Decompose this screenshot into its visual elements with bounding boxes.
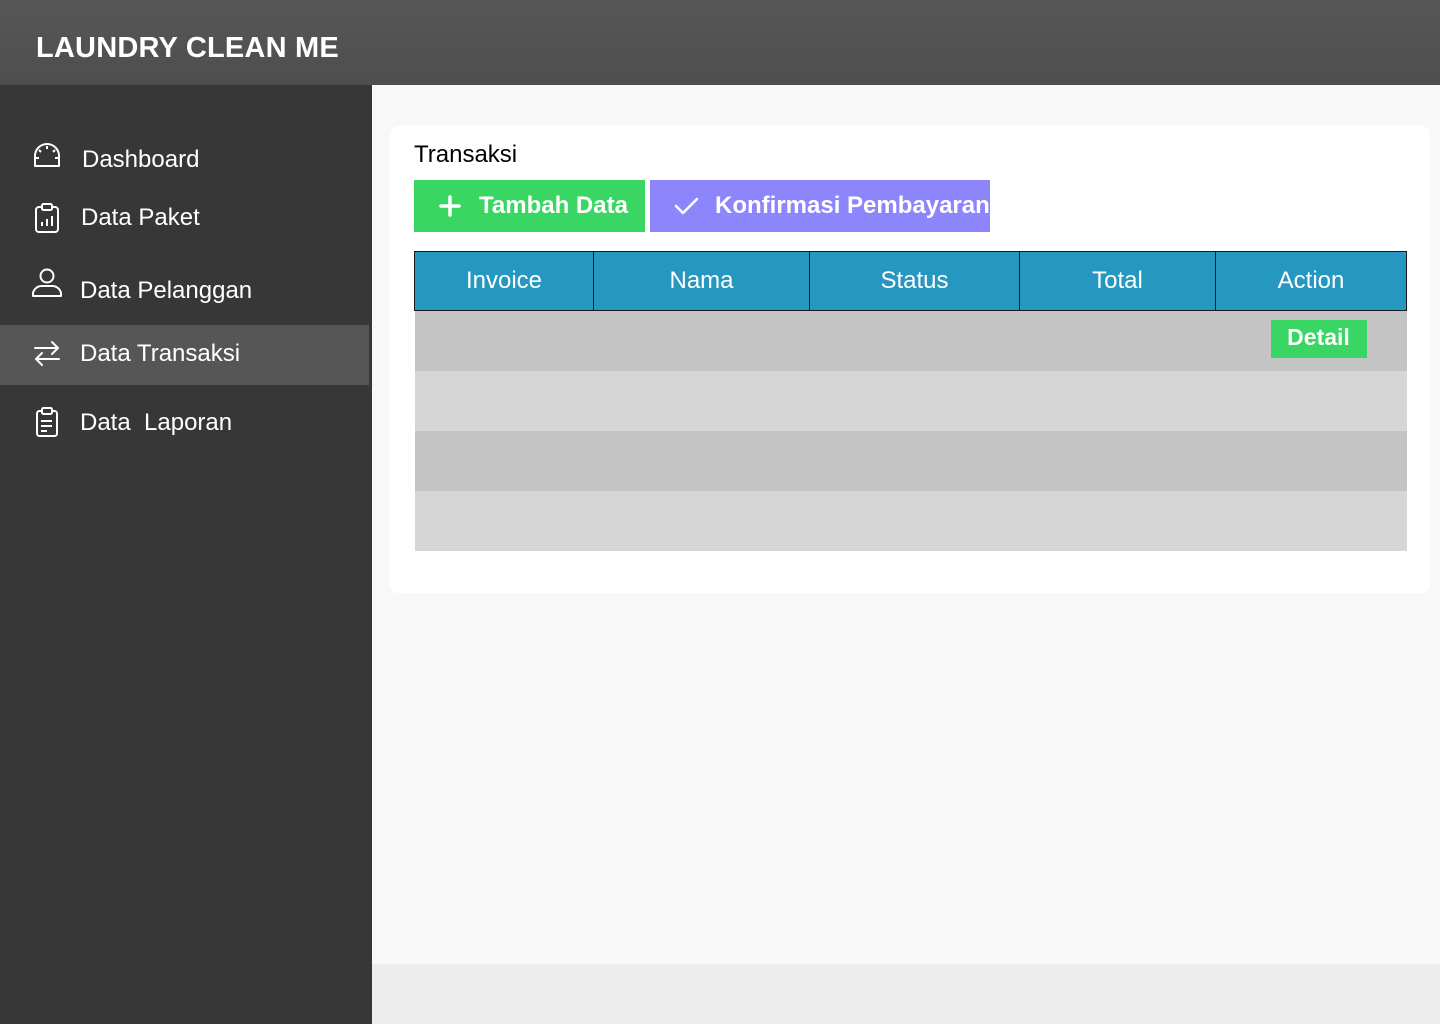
detail-button[interactable]: Detail (1270, 320, 1367, 358)
cell-action: Detail (1215, 310, 1407, 371)
sidebar-item-data-paket[interactable]: Data Paket (0, 188, 369, 248)
top-header: LAUNDRY CLEAN ME (0, 0, 1440, 85)
confirm-payment-button[interactable]: Konfirmasi Pembayaran (650, 180, 990, 232)
cell-total (1019, 491, 1216, 551)
column-header-action: Action (1215, 251, 1407, 311)
cell-status (809, 491, 1020, 551)
cell-nama (593, 431, 810, 491)
app-title: LAUNDRY CLEAN ME (36, 32, 339, 64)
cell-action (1215, 371, 1407, 431)
cell-nama (593, 310, 810, 371)
cell-total (1019, 371, 1216, 431)
cell-action (1215, 431, 1407, 491)
table-row[interactable]: Detail (414, 310, 1407, 371)
sidebar-item-label: Data Pelanggan (80, 277, 253, 304)
cell-invoice (414, 371, 594, 431)
cell-total (1019, 431, 1216, 491)
cell-total (1019, 310, 1216, 371)
cell-status (809, 431, 1020, 491)
plus-icon (436, 192, 464, 220)
report-clipboard-icon (30, 405, 64, 439)
table-header-row: Invoice Nama Status Total Action (414, 251, 1407, 311)
column-header-invoice: Invoice (414, 251, 594, 311)
footer-strip (372, 964, 1440, 1024)
sidebar-item-data-laporan[interactable]: Data Laporan (0, 393, 369, 453)
clipboard-chart-icon (30, 201, 64, 235)
cell-invoice (414, 431, 594, 491)
check-icon (672, 192, 700, 220)
table-row[interactable] (414, 431, 1407, 491)
sidebar-item-label: Data Transaksi (80, 340, 241, 367)
cell-invoice (414, 310, 594, 371)
column-header-status: Status (809, 251, 1020, 311)
add-data-label: Tambah Data (479, 192, 628, 219)
add-data-button[interactable]: Tambah Data (414, 180, 645, 232)
confirm-payment-label: Konfirmasi Pembayaran (715, 192, 990, 219)
dashboard-gauge-icon (30, 137, 64, 171)
cell-invoice (414, 491, 594, 551)
column-header-nama: Nama (593, 251, 810, 311)
transaction-table: Invoice Nama Status Total Action Detail (414, 251, 1407, 551)
column-header-total: Total (1019, 251, 1216, 311)
cell-status (809, 310, 1020, 371)
cell-status (809, 371, 1020, 431)
sidebar-item-data-transaksi[interactable]: Data Transaksi (0, 325, 369, 385)
transfer-arrows-icon (30, 337, 64, 371)
page-title: Transaksi (414, 141, 518, 168)
table-row[interactable] (414, 371, 1407, 431)
cell-action (1215, 491, 1407, 551)
sidebar-item-label: Dashboard (82, 146, 200, 173)
sidebar-item-data-pelanggan[interactable]: Data Pelanggan (0, 261, 369, 321)
cell-nama (593, 371, 810, 431)
user-icon (30, 266, 64, 300)
sidebar-item-label: Data Paket (81, 204, 200, 231)
table-row[interactable] (414, 491, 1407, 551)
sidebar-item-dashboard[interactable]: Dashboard (0, 130, 369, 190)
sidebar-item-label: Data Laporan (80, 409, 233, 436)
cell-nama (593, 491, 810, 551)
